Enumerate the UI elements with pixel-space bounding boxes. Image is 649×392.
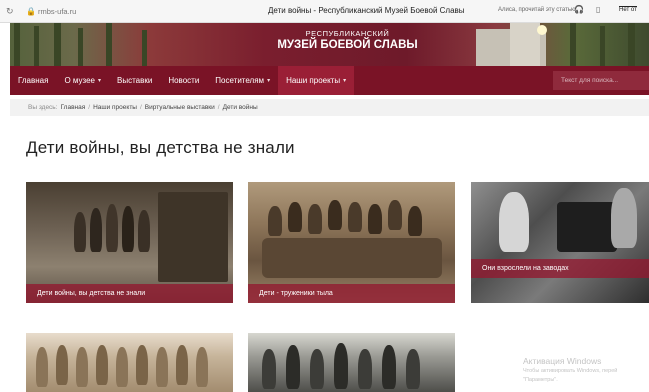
photo-figure bbox=[156, 347, 168, 387]
tab-title: Дети войны - Республиканский Музей Боево… bbox=[268, 6, 465, 15]
gallery-card[interactable]: Они взрослели на заводах bbox=[471, 182, 649, 303]
nav-item-exhibitions[interactable]: Выставки bbox=[109, 66, 160, 95]
gallery-photo bbox=[248, 333, 455, 392]
nav-item-news[interactable]: Новости bbox=[160, 66, 207, 95]
photo-figure bbox=[90, 208, 102, 252]
site-banner[interactable]: РЕСПУБЛИКАНСКИЙ МУЗЕЙ БОЕВОЙ СЛАВЫ bbox=[10, 23, 649, 66]
photo-figure bbox=[308, 204, 322, 234]
photo-figure bbox=[611, 188, 637, 248]
photo-figure bbox=[382, 345, 396, 389]
photo-figure bbox=[138, 210, 150, 252]
nav-item-about[interactable]: О музее ▾ bbox=[56, 66, 109, 95]
bookmark-icon[interactable]: ▯ bbox=[596, 5, 600, 14]
photo-wagon bbox=[158, 192, 228, 282]
photo-figure bbox=[499, 192, 529, 252]
card-caption: Дети - труженики тыла bbox=[248, 284, 455, 303]
gallery-card[interactable] bbox=[26, 333, 233, 392]
breadcrumb-separator: / bbox=[88, 104, 91, 111]
photo-figure bbox=[348, 202, 362, 232]
photo-figure bbox=[116, 347, 128, 387]
chevron-down-icon: ▾ bbox=[343, 78, 347, 84]
banner-title: МУЗЕЙ БОЕВОЙ СЛАВЫ bbox=[277, 39, 418, 51]
url-field[interactable]: rmbs-ufa.ru bbox=[38, 7, 76, 16]
photo-figure bbox=[268, 206, 282, 236]
chevron-down-icon: ▾ bbox=[267, 78, 271, 84]
watermark-text: "Параметры". bbox=[523, 377, 558, 383]
breadcrumb-link[interactable]: Виртуальные выставки bbox=[145, 104, 215, 111]
photo-figure bbox=[408, 206, 422, 236]
photo-crowd bbox=[262, 238, 442, 278]
photo-figure bbox=[122, 206, 134, 252]
watermark-text: Чтобы активировать Windows, перей bbox=[523, 368, 618, 374]
card-caption: Они взрослели на заводах bbox=[471, 259, 649, 278]
nav-item-projects[interactable]: Наши проекты ▾ bbox=[278, 66, 355, 95]
gallery-card[interactable] bbox=[248, 333, 455, 392]
nav-label: Главная bbox=[18, 76, 49, 85]
photo-figure bbox=[96, 345, 108, 385]
photo-figure bbox=[358, 349, 372, 389]
breadcrumb-current: Дети войны bbox=[222, 104, 258, 111]
photo-figure bbox=[262, 349, 276, 389]
gallery-card[interactable]: Дети - труженики тыла bbox=[248, 182, 455, 303]
alisa-read-button[interactable]: Алиса, прочитай эту статью bbox=[498, 7, 576, 13]
main-nav: Главная О музее ▾ Выставки Новости Посети… bbox=[10, 66, 649, 95]
banner-subtitle: РЕСПУБЛИКАНСКИЙ bbox=[305, 29, 390, 38]
gallery-card[interactable]: Дети войны, вы детства не знали bbox=[26, 182, 233, 303]
photo-figure bbox=[286, 345, 300, 389]
chevron-down-icon: ▾ bbox=[97, 78, 101, 84]
photo-figure bbox=[334, 343, 348, 389]
watermark-title: Активация Windows bbox=[523, 356, 602, 366]
photo-figure bbox=[56, 345, 68, 385]
nav-item-home[interactable]: Главная bbox=[10, 66, 56, 95]
photo-figure bbox=[176, 345, 188, 385]
nav-label: О музее bbox=[64, 76, 95, 85]
photo-figure bbox=[136, 345, 148, 385]
nav-label: Новости bbox=[168, 76, 200, 85]
windows-activation-watermark: Активация Windows Чтобы активировать Win… bbox=[523, 356, 617, 384]
page-title: Дети войны, вы детства не знали bbox=[26, 138, 295, 157]
nav-label: Наши проекты bbox=[286, 76, 341, 85]
reload-icon[interactable]: ↻ bbox=[6, 6, 20, 17]
breadcrumb-link[interactable]: Наши проекты bbox=[93, 104, 137, 111]
photo-figure bbox=[406, 349, 420, 389]
photo-figure bbox=[196, 347, 208, 387]
photo-figure bbox=[288, 202, 302, 232]
photo-figure bbox=[310, 349, 324, 389]
photo-figure bbox=[328, 200, 342, 230]
breadcrumb-prefix: Вы здесь: bbox=[28, 104, 58, 111]
headphones-icon[interactable]: 🎧 bbox=[574, 5, 584, 14]
photo-figure bbox=[106, 204, 118, 252]
photo-figure bbox=[76, 347, 88, 387]
breadcrumb-separator: / bbox=[139, 104, 142, 111]
breadcrumb-link[interactable]: Главная bbox=[61, 104, 86, 111]
nav-label: Посетителям bbox=[215, 76, 265, 85]
lock-icon[interactable]: 🔒 bbox=[26, 7, 36, 16]
photo-figure bbox=[74, 212, 86, 252]
gallery-photo bbox=[471, 182, 649, 303]
breadcrumb-separator: / bbox=[217, 104, 220, 111]
extension-label[interactable]: Нет от bbox=[619, 6, 637, 13]
photo-figure bbox=[368, 204, 382, 234]
card-caption: Дети войны, вы детства не знали bbox=[26, 284, 233, 303]
nav-label: Выставки bbox=[116, 76, 153, 85]
gallery-photo bbox=[26, 333, 233, 392]
breadcrumb: Вы здесь: Главная / Наши проекты / Вирту… bbox=[10, 99, 649, 116]
search-input[interactable]: Текст для поиска... bbox=[553, 71, 649, 90]
photo-machine bbox=[557, 202, 617, 252]
photo-figure bbox=[388, 200, 402, 230]
nav-item-visitors[interactable]: Посетителям ▾ bbox=[207, 66, 278, 95]
browser-bar: ↻ 🔒 rmbs-ufa.ru Дети войны - Республикан… bbox=[0, 0, 649, 23]
photo-figure bbox=[36, 347, 48, 387]
